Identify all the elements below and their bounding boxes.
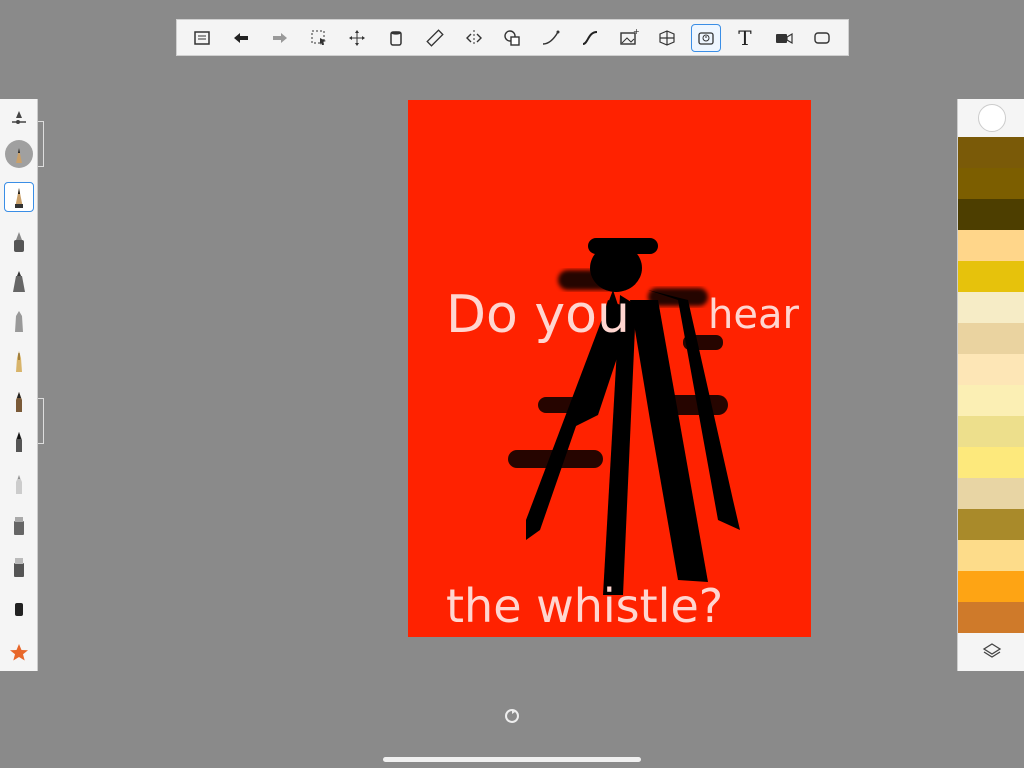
eraser-icon[interactable] xyxy=(4,551,34,581)
marker-icon[interactable] xyxy=(4,266,34,296)
top-toolbar: + T xyxy=(176,19,849,56)
stroke-icon[interactable] xyxy=(575,24,605,52)
color-panel xyxy=(957,99,1024,671)
brush-panel-handle-lower[interactable] xyxy=(38,398,44,444)
color-swatch[interactable] xyxy=(958,540,1024,571)
ruler-icon[interactable] xyxy=(420,24,450,52)
current-color-icon xyxy=(977,104,1006,132)
artwork: Do you hear the whistle? xyxy=(446,238,799,633)
text-icon[interactable]: T xyxy=(730,24,760,52)
color-swatch[interactable] xyxy=(958,199,1024,230)
undo-icon[interactable] xyxy=(226,24,256,52)
perspective-grid-icon[interactable] xyxy=(652,24,682,52)
video-record-icon[interactable] xyxy=(769,24,799,52)
brush-panel-handle[interactable] xyxy=(38,121,44,167)
paint-brush-icon[interactable] xyxy=(4,386,34,416)
smudge-icon[interactable] xyxy=(4,509,34,539)
color-swatch[interactable] xyxy=(958,602,1024,633)
airbrush-icon[interactable] xyxy=(4,468,34,498)
color-swatches xyxy=(958,137,1024,633)
brush-preview-icon[interactable] xyxy=(4,139,34,169)
fullscreen-icon[interactable] xyxy=(807,24,837,52)
curve-icon[interactable] xyxy=(536,24,566,52)
favorites-star-icon[interactable] xyxy=(4,637,34,667)
fill-brush-icon[interactable] xyxy=(4,592,34,622)
color-swatch[interactable] xyxy=(958,478,1024,509)
shapes-icon[interactable] xyxy=(497,24,527,52)
ink-pen-icon[interactable] xyxy=(4,226,34,256)
color-swatch[interactable] xyxy=(958,385,1024,416)
color-swatch[interactable] xyxy=(958,416,1024,447)
fountain-pen-icon[interactable] xyxy=(4,346,34,376)
color-swatch[interactable] xyxy=(958,292,1024,323)
bucket-fill-icon[interactable] xyxy=(381,24,411,52)
color-swatch[interactable] xyxy=(958,354,1024,385)
brush-settings-icon[interactable] xyxy=(4,105,34,135)
layers-button[interactable] xyxy=(958,631,1024,671)
redo-icon[interactable] xyxy=(265,24,295,52)
canvas-text-top-left: Do you xyxy=(446,285,630,345)
symmetry-icon[interactable] xyxy=(459,24,489,52)
color-picker-button[interactable] xyxy=(958,99,1024,137)
transform-icon[interactable] xyxy=(342,24,372,52)
layers-icon xyxy=(982,643,1001,658)
gallery-icon[interactable] xyxy=(187,24,217,52)
color-swatch[interactable] xyxy=(958,323,1024,354)
color-swatch[interactable] xyxy=(958,168,1024,199)
round-brush-icon[interactable] xyxy=(4,426,34,456)
canvas-text-top-right: hear xyxy=(708,292,799,338)
color-swatch[interactable] xyxy=(958,261,1024,292)
home-indicator xyxy=(383,757,641,762)
svg-text:+: + xyxy=(633,28,639,36)
canvas-text-bottom: the whistle? xyxy=(446,579,723,633)
color-swatch[interactable] xyxy=(958,509,1024,540)
add-image-icon[interactable]: + xyxy=(614,24,644,52)
time-lapse-icon[interactable] xyxy=(691,23,722,52)
selection-icon[interactable] xyxy=(304,24,334,52)
color-swatch[interactable] xyxy=(958,230,1024,261)
color-swatch[interactable] xyxy=(958,447,1024,478)
chisel-icon[interactable] xyxy=(4,306,34,336)
rotate-reset-icon[interactable] xyxy=(504,708,520,724)
brush-palette xyxy=(0,99,38,671)
pencil-brush-icon[interactable] xyxy=(4,182,34,212)
color-swatch[interactable] xyxy=(958,571,1024,602)
color-swatch[interactable] xyxy=(958,137,1024,168)
drawing-canvas[interactable]: Do you hear the whistle? xyxy=(408,100,811,637)
